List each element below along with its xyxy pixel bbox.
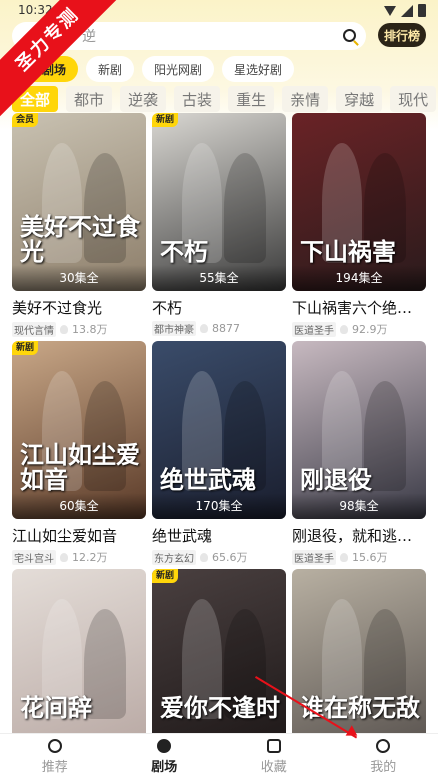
category-urban[interactable]: 都市 [66, 86, 113, 112]
tab-sunshine[interactable]: 阳光网剧 [142, 56, 215, 82]
nav-recommend[interactable]: 推荐 [0, 734, 110, 779]
drama-cover[interactable]: 谁在称无敌 [292, 569, 426, 747]
drama-title[interactable]: 江山如尘爱如音 [12, 525, 146, 546]
wifi-icon [384, 5, 396, 16]
cover-title-art: 刚退役 [300, 465, 372, 494]
drama-meta: 医道圣手 92.9万 [292, 321, 426, 337]
drama-title[interactable]: 不朽 [152, 297, 286, 318]
cover-title-art: 爱你不逢时 [160, 693, 280, 722]
nav-favorites[interactable]: 收藏 [219, 734, 329, 779]
bottom-nav: 推荐 剧场 收藏 我的 [0, 733, 438, 779]
heat-icon [200, 324, 208, 333]
nav-label: 剧场 [151, 759, 178, 775]
drama-meta: 宅斗宫斗 12.2万 [12, 549, 146, 565]
drama-meta: 现代言情 13.8万 [12, 321, 146, 337]
drama-card[interactable]: 江山如尘爱如音 新剧 60集全 江山如尘爱如音 宅斗宫斗 12.2万 [12, 341, 146, 569]
profile-icon [376, 738, 391, 753]
drama-cover[interactable]: 刚退役 98集全 [292, 341, 426, 519]
tab-star-pick[interactable]: 星选好剧 [222, 56, 295, 82]
genre-tag: 现代言情 [12, 321, 56, 337]
drama-cover[interactable]: 美好不过食光 会员 30集全 [12, 113, 146, 291]
heat-count: 13.8万 [72, 323, 108, 336]
drama-title[interactable]: 下山祸害六个绝… [292, 297, 426, 318]
drama-cover[interactable]: 江山如尘爱如音 新剧 60集全 [12, 341, 146, 519]
nav-label: 收藏 [260, 759, 287, 775]
heat-count: 15.6万 [352, 551, 388, 564]
nav-mine[interactable]: 我的 [329, 734, 438, 779]
heat-icon [60, 552, 68, 562]
drama-meta: 都市神豪 8877 [152, 321, 286, 336]
drama-cover[interactable]: 下山祸害 194集全 [292, 113, 426, 291]
theater-icon [157, 738, 172, 753]
nav-theater[interactable]: 剧场 [110, 734, 220, 779]
rank-button[interactable]: 排行榜 [378, 23, 426, 47]
category-comeback[interactable]: 逆袭 [120, 86, 167, 112]
drama-badge: 新剧 [152, 569, 179, 583]
heat-count: 92.9万 [352, 323, 388, 336]
episode-count: 98集全 [292, 493, 426, 519]
heat-icon [340, 552, 348, 562]
signal-icon [401, 4, 413, 17]
drama-cover[interactable]: 花间辞 [12, 569, 146, 747]
drama-grid: 美好不过食光 会员 30集全 美好不过食光 现代言情 13.8万 不朽 新剧 55集全 不朽 都市神… [12, 113, 426, 779]
status-icons [384, 4, 426, 17]
category-rebirth[interactable]: 重生 [228, 86, 275, 112]
drama-cover[interactable]: 爱你不逢时 新剧 [152, 569, 286, 747]
episode-count: 170集全 [152, 493, 286, 519]
drama-card[interactable]: 绝世武魂 170集全 绝世武魂 东方玄幻 65.6万 [152, 341, 286, 569]
heat-icon [200, 552, 208, 562]
cover-title-art: 谁在称无敌 [300, 693, 420, 722]
battery-icon [418, 4, 426, 17]
cover-title-art: 绝世武魂 [160, 465, 256, 494]
genre-tag: 医道圣手 [292, 321, 336, 337]
nav-label: 推荐 [41, 759, 68, 775]
genre-tag: 宅斗宫斗 [12, 549, 56, 565]
drama-card[interactable]: 不朽 新剧 55集全 不朽 都市神豪 8877 [152, 113, 286, 341]
episode-count: 60集全 [12, 493, 146, 519]
cover-title-art: 下山祸害 [300, 237, 396, 266]
drama-title[interactable]: 刚退役，就和逃… [292, 525, 426, 546]
category-costume[interactable]: 古装 [174, 86, 221, 112]
heat-count: 8877 [212, 322, 240, 335]
cover-title-art: 美好不过食光 [20, 212, 140, 266]
cover-title-art: 江山如尘爱如音 [20, 440, 140, 494]
drama-card[interactable]: 美好不过食光 会员 30集全 美好不过食光 现代言情 13.8万 [12, 113, 146, 341]
drama-meta: 东方玄幻 65.6万 [152, 549, 286, 565]
search-icon[interactable] [343, 29, 356, 42]
cover-figure [224, 153, 266, 263]
category-family[interactable]: 亲情 [282, 86, 329, 112]
heat-icon [340, 324, 348, 334]
genre-tag: 都市神豪 [152, 321, 196, 336]
drama-card[interactable]: 刚退役 98集全刚退役，就和逃… 医道圣手 15.6万 [292, 341, 426, 569]
episode-count: 30集全 [12, 265, 146, 291]
nav-label: 我的 [370, 759, 397, 775]
recommend-icon [47, 738, 62, 753]
drama-badge: 新剧 [12, 341, 39, 355]
drama-cover[interactable]: 不朽 新剧 55集全 [152, 113, 286, 291]
cover-title-art: 不朽 [160, 237, 208, 266]
drama-title[interactable]: 美好不过食光 [12, 297, 146, 318]
drama-badge: 新剧 [152, 113, 179, 127]
category-time-travel[interactable]: 穿越 [336, 86, 383, 112]
tab-new-drama[interactable]: 新剧 [86, 56, 135, 82]
drama-meta: 医道圣手 15.6万 [292, 549, 426, 565]
cover-title-art: 花间辞 [20, 693, 92, 722]
episode-count: 55集全 [152, 265, 286, 291]
drama-card[interactable]: 下山祸害 194集全下山祸害六个绝… 医道圣手 92.9万 [292, 113, 426, 341]
heat-icon [60, 324, 68, 334]
category-modern[interactable]: 现代 [390, 86, 437, 112]
drama-title[interactable]: 绝世武魂 [152, 525, 286, 546]
genre-tag: 东方玄幻 [152, 549, 196, 565]
heat-count: 65.6万 [212, 551, 248, 564]
category-row: 全部 都市 逆袭 古装 重生 亲情 穿越 现代 [12, 86, 437, 112]
favorites-icon [266, 738, 281, 753]
episode-count: 194集全 [292, 265, 426, 291]
drama-badge: 会员 [12, 113, 39, 127]
drama-cover[interactable]: 绝世武魂 170集全 [152, 341, 286, 519]
heat-count: 12.2万 [72, 551, 108, 564]
genre-tag: 医道圣手 [292, 549, 336, 565]
